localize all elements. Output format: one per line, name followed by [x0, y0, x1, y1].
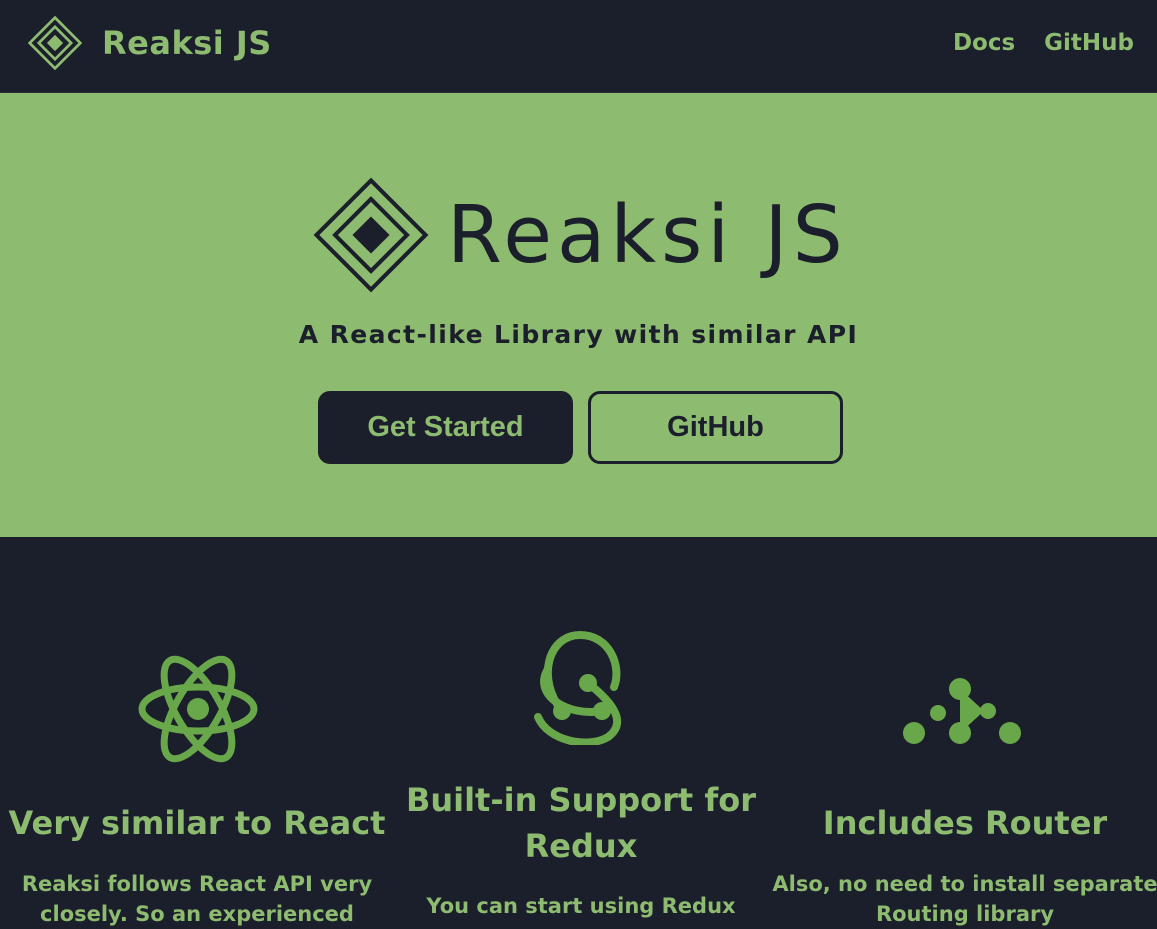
get-started-button[interactable]: Get Started: [318, 391, 573, 464]
hero-title: Reaksi JS: [447, 188, 848, 281]
react-atom-icon: [138, 655, 258, 763]
feature-description: You can start using Redux: [426, 894, 736, 918]
feature-title: Includes Router: [822, 804, 1108, 842]
github-button[interactable]: GitHub: [588, 391, 843, 464]
feature-react: Very similar to React Reaksi follows Rea…: [4, 537, 390, 926]
feature-title: Very similar to React: [8, 804, 386, 842]
router-icon: [903, 678, 1021, 744]
redux-icon: [534, 630, 622, 745]
feature-redux: Built-in Support for Redux You can start…: [388, 537, 774, 920]
hero-section: Reaksi JS A React-like Library with simi…: [0, 93, 1157, 537]
nav-link-docs[interactable]: Docs: [953, 30, 1015, 56]
feature-description: Reaksi follows React API very closely. S…: [21, 872, 373, 926]
hero-tagline: A React-like Library with similar API: [298, 320, 859, 349]
feature-title: Built-in Support for Redux: [405, 781, 757, 865]
reaksi-logo-icon: [28, 16, 82, 70]
brand-link[interactable]: Reaksi JS: [28, 16, 272, 70]
nav-link-github[interactable]: GitHub: [1044, 30, 1134, 56]
header-nav: Docs GitHub: [953, 30, 1134, 56]
feature-router: Includes Router Also, no need to install…: [772, 537, 1157, 926]
reaksi-logo-icon: [313, 177, 429, 293]
top-navbar: Reaksi JS Docs GitHub: [0, 0, 1157, 93]
brand-name: Reaksi JS: [102, 24, 272, 62]
features-section: Very similar to React Reaksi follows Rea…: [0, 537, 1157, 926]
hero-heading: Reaksi JS: [313, 177, 848, 293]
feature-description: Also, no need to install separate Routin…: [772, 872, 1157, 926]
